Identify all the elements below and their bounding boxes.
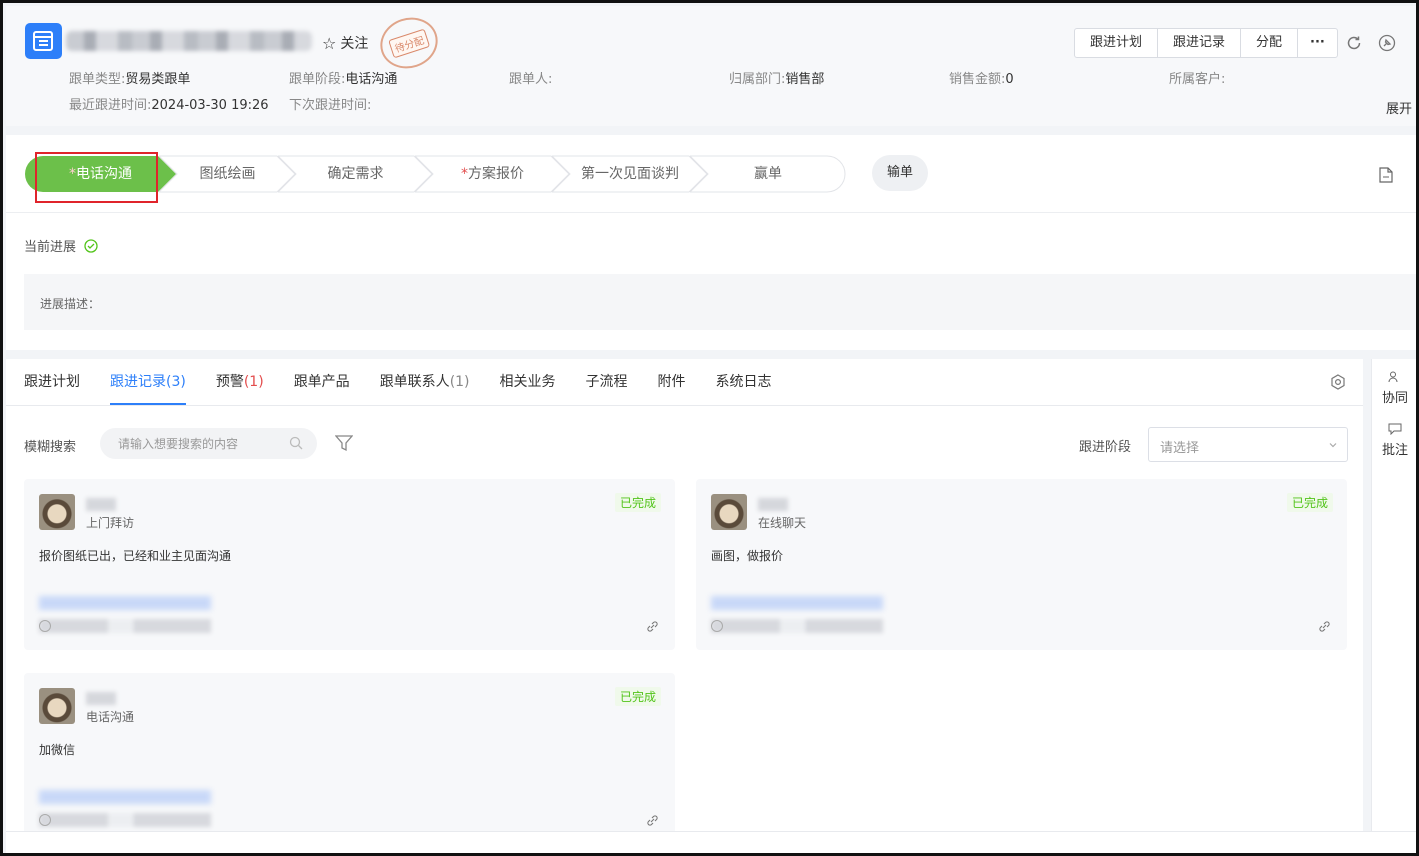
bottom-bar (6, 831, 1416, 853)
meta-department: 归属部门:销售部 (729, 72, 825, 87)
stage-step-quote[interactable]: *方案报价 (415, 155, 570, 193)
record-content: 画图，做报价 (711, 549, 784, 563)
record-content: 加微信 (39, 743, 76, 757)
related-link-redacted (39, 596, 211, 610)
follow-record-card[interactable]: 在线聊天 已完成 画图，做报价 (696, 479, 1347, 650)
tab-products[interactable]: 跟单产品 (294, 359, 350, 405)
tab-attachments[interactable]: 附件 (658, 359, 686, 405)
tab-contacts[interactable]: 跟单联系人(1) (380, 359, 470, 405)
clock-icon (39, 814, 51, 826)
avatar (39, 494, 75, 530)
active-stage-highlight-box (35, 152, 158, 203)
follow-button[interactable]: ☆ 关注 (322, 33, 368, 53)
record-type: 在线聊天 (758, 516, 807, 530)
stage-panel: *电话沟通 图纸绘画 确定需求 *方案报价 第一次见面谈判 赢单 输单 当前进展… (6, 135, 1416, 350)
related-link-redacted (39, 790, 211, 804)
avatar (39, 688, 75, 724)
current-progress: 当前进展 (24, 236, 98, 255)
timestamp-redacted (39, 619, 211, 633)
related-link-redacted (711, 596, 883, 610)
stage-filter-label: 跟进阶段 (1079, 440, 1132, 455)
users-icon (1388, 371, 1398, 383)
settings-icon[interactable] (1330, 374, 1346, 394)
meta-track-type: 跟单类型:贸易类跟单 (69, 72, 191, 87)
meta-row-1: 跟单类型:贸易类跟单 跟单阶段:电话沟通 跟单人: 归属部门:销售部 销售金额:… (69, 68, 1389, 87)
follow-record-button[interactable]: 跟进记录 (1158, 29, 1242, 57)
meta-sales-amount: 销售金额:0 (949, 72, 1014, 87)
tab-system-log[interactable]: 系统日志 (716, 359, 772, 405)
status-badge: 已完成 (1286, 493, 1333, 512)
timestamp-redacted (711, 619, 883, 633)
link-icon[interactable] (1318, 620, 1331, 633)
meta-customer: 所属客户: (1169, 72, 1226, 87)
star-icon: ☆ (322, 33, 337, 53)
comment-icon (1388, 423, 1402, 436)
record-title-redacted (66, 31, 312, 51)
chevron-down-icon (1329, 443, 1337, 448)
status-badge: 已完成 (614, 687, 661, 706)
tab-related-business[interactable]: 相关业务 (500, 359, 556, 405)
record-type: 电话沟通 (86, 710, 135, 724)
avatar (711, 494, 747, 530)
document-icon[interactable] (1379, 167, 1393, 187)
search-input[interactable] (118, 434, 278, 454)
follow-plan-button[interactable]: 跟进计划 (1075, 29, 1159, 57)
expand-link[interactable]: 展开 (1386, 98, 1412, 117)
check-circle-icon (84, 238, 98, 253)
clock-icon (39, 620, 51, 632)
stage-step-drawing[interactable]: 图纸绘画 (159, 155, 296, 193)
divider (6, 405, 1363, 406)
app-frame: ☆ 关注 待分配 跟进计划 跟进记录 分配 ··· 跟单类型:贸易类跟单 跟单阶… (0, 0, 1419, 856)
record-type: 上门拜访 (86, 516, 135, 530)
meta-next-follow-time: 下次跟进时间: (289, 98, 372, 113)
lose-deal-button[interactable]: 输单 (872, 155, 928, 191)
progress-description: 进展描述： (24, 274, 1416, 330)
stage-select[interactable]: 请选择 (1148, 427, 1348, 462)
meta-row-2: 最近跟进时间:2024-03-30 19:26 下次跟进时间: (69, 94, 509, 113)
document-list-icon (25, 23, 62, 59)
refresh-icon[interactable] (1345, 34, 1363, 52)
pin-icon[interactable] (1378, 34, 1396, 52)
follow-record-card[interactable]: 上门拜访 已完成 报价图纸已出，已经和业主见面沟通 (24, 479, 675, 650)
timestamp-redacted (39, 813, 211, 827)
search-label: 模糊搜索 (24, 440, 77, 455)
stage-step-win[interactable]: 赢单 (690, 155, 846, 193)
link-icon[interactable] (646, 620, 659, 633)
record-content: 报价图纸已出，已经和业主见面沟通 (39, 549, 232, 563)
user-name-redacted (86, 498, 116, 511)
user-name-redacted (758, 498, 788, 511)
meta-last-follow-time: 最近跟进时间:2024-03-30 19:26 (69, 98, 269, 113)
assign-button[interactable]: 分配 (1241, 29, 1299, 57)
user-name-redacted (86, 692, 116, 705)
detail-panel: 跟进计划 跟进记录(3) 预警(1) 跟单产品 跟单联系人(1) 相关业务 子流… (6, 359, 1363, 844)
meta-track-stage: 跟单阶段:电话沟通 (289, 72, 398, 87)
tab-follow-records[interactable]: 跟进记录(3) (110, 359, 186, 405)
tab-warnings[interactable]: 预警(1) (216, 359, 264, 405)
rail-collaborate[interactable]: 协同 (1382, 371, 1408, 406)
status-stamp: 待分配 (373, 10, 445, 76)
stage-step-confirm-needs[interactable]: 确定需求 (278, 155, 433, 193)
tab-follow-plan[interactable]: 跟进计划 (24, 359, 80, 405)
clock-icon (711, 620, 723, 632)
header-toolbar: 跟进计划 跟进记录 分配 ··· (1074, 28, 1338, 58)
divider (6, 212, 1416, 213)
tab-subprocess[interactable]: 子流程 (586, 359, 628, 405)
search-field[interactable] (100, 428, 317, 459)
follow-record-card[interactable]: 电话沟通 已完成 加微信 (24, 673, 675, 844)
detail-tabs: 跟进计划 跟进记录(3) 预警(1) 跟单产品 跟单联系人(1) 相关业务 子流… (24, 359, 802, 405)
right-rail: 协同 批注 (1371, 359, 1416, 839)
stage-step-first-meeting[interactable]: 第一次见面谈判 (552, 155, 708, 193)
meta-owner: 跟单人: (509, 72, 553, 87)
link-icon[interactable] (646, 814, 659, 827)
rail-annotate[interactable]: 批注 (1382, 423, 1408, 458)
search-icon (289, 436, 303, 450)
filter-icon[interactable] (334, 435, 354, 456)
status-badge: 已完成 (614, 493, 661, 512)
more-button[interactable]: ··· (1298, 29, 1337, 57)
record-header: ☆ 关注 待分配 跟进计划 跟进记录 分配 ··· 跟单类型:贸易类跟单 跟单阶… (6, 6, 1416, 126)
